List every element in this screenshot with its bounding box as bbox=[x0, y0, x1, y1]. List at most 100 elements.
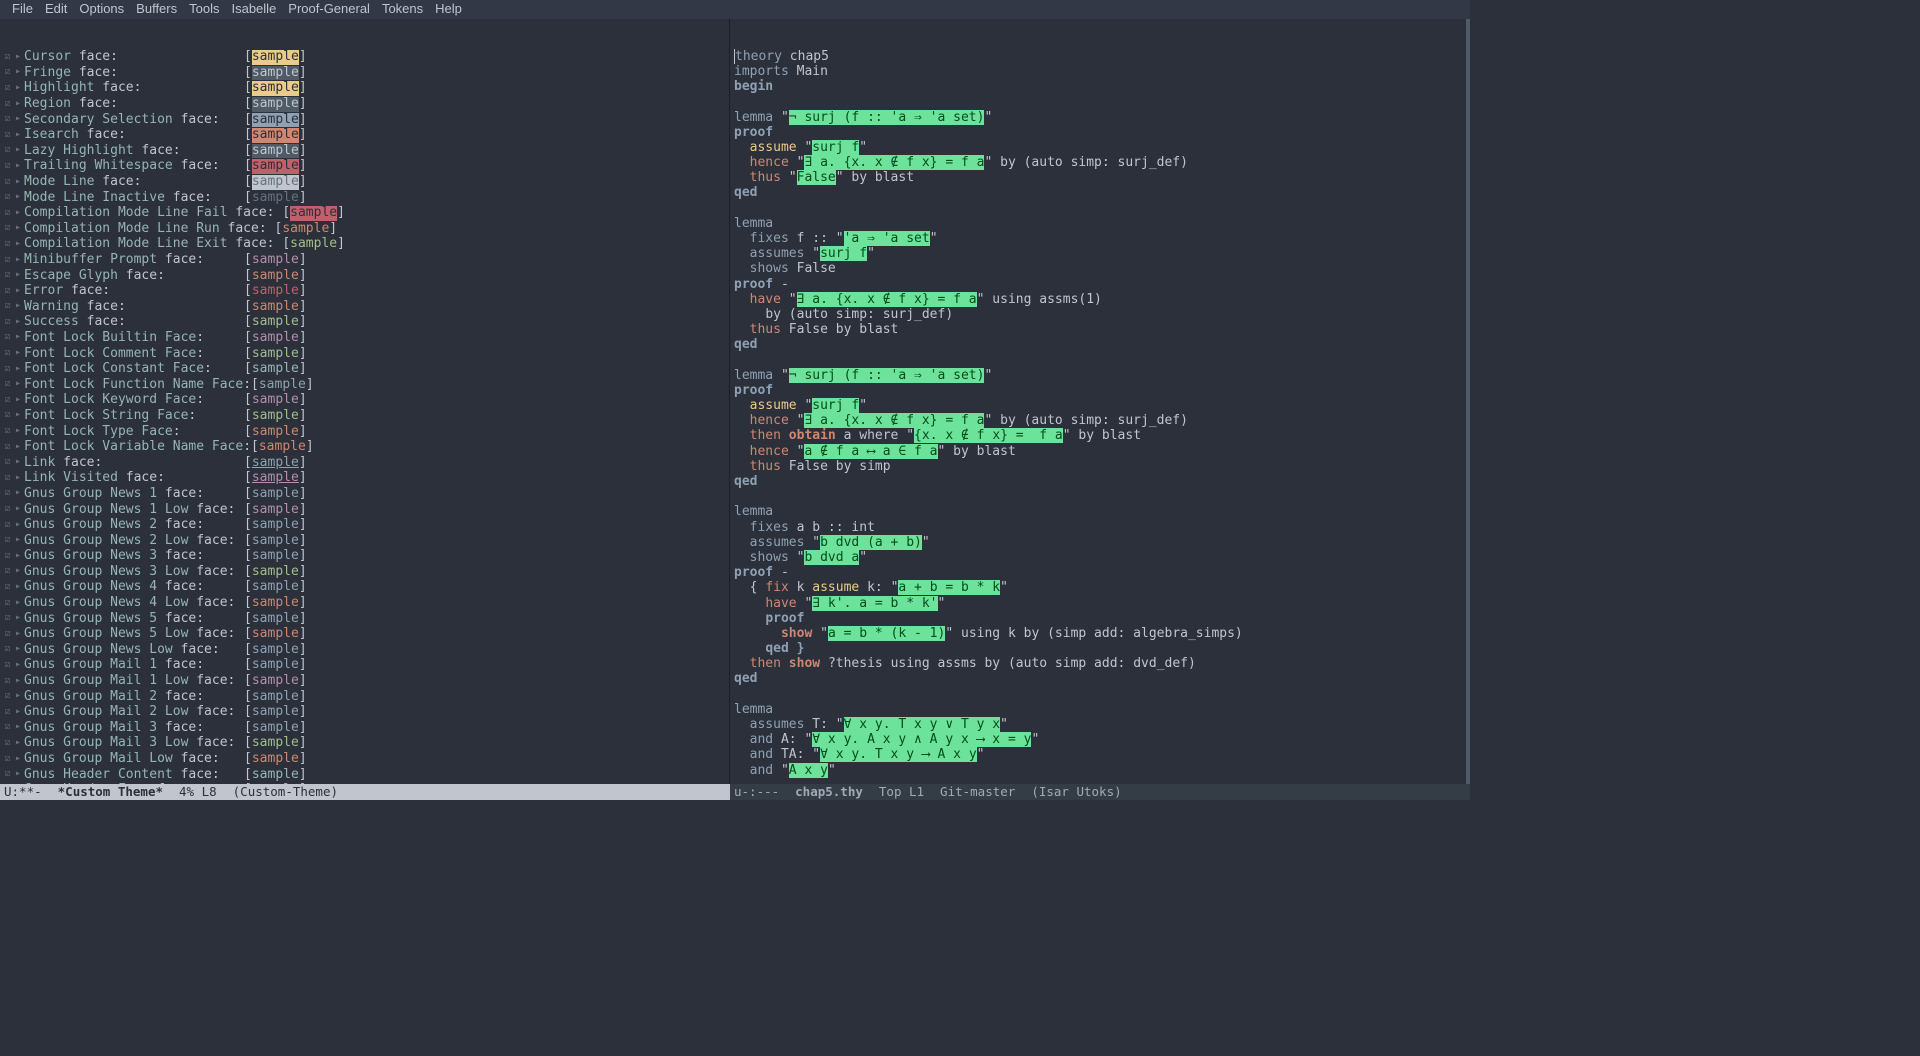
checkbox-icon[interactable]: ☑ bbox=[4, 81, 11, 96]
face-row[interactable]: ☑▸Error face:[sample] bbox=[4, 284, 725, 300]
face-row[interactable]: ☑▸Font Lock Builtin Face:[sample] bbox=[4, 330, 725, 346]
checkbox-icon[interactable]: ☑ bbox=[4, 611, 11, 626]
chevron-right-icon[interactable]: ▸ bbox=[11, 767, 24, 782]
chevron-right-icon[interactable]: ▸ bbox=[11, 97, 24, 112]
checkbox-icon[interactable]: ☑ bbox=[4, 440, 11, 455]
face-row[interactable]: ☑▸Gnus Group News 4 face:[sample] bbox=[4, 580, 725, 596]
face-row[interactable]: ☑▸Escape Glyph face:[sample] bbox=[4, 268, 725, 284]
menu-item-edit[interactable]: Edit bbox=[39, 1, 73, 18]
chevron-right-icon[interactable]: ▸ bbox=[11, 611, 24, 626]
face-row[interactable]: ☑▸Font Lock Function Name Face:[sample] bbox=[4, 377, 725, 393]
chevron-right-icon[interactable]: ▸ bbox=[11, 237, 24, 252]
chevron-right-icon[interactable]: ▸ bbox=[11, 175, 24, 190]
chevron-right-icon[interactable]: ▸ bbox=[11, 705, 24, 720]
face-row[interactable]: ☑▸Secondary Selection face:[sample] bbox=[4, 112, 725, 128]
face-row[interactable]: ☑▸Gnus Group Mail 3 Low face:[sample] bbox=[4, 736, 725, 752]
checkbox-icon[interactable]: ☑ bbox=[4, 408, 11, 423]
chevron-right-icon[interactable]: ▸ bbox=[11, 284, 24, 299]
face-row[interactable]: ☑▸Gnus Group Mail Low face:[sample] bbox=[4, 752, 725, 768]
menu-item-tools[interactable]: Tools bbox=[183, 1, 225, 18]
face-row[interactable]: ☑▸Compilation Mode Line Fail face: [samp… bbox=[4, 206, 725, 222]
checkbox-icon[interactable]: ☑ bbox=[4, 502, 11, 517]
face-row[interactable]: ☑▸Warning face:[sample] bbox=[4, 299, 725, 315]
menu-item-options[interactable]: Options bbox=[73, 1, 130, 18]
checkbox-icon[interactable]: ☑ bbox=[4, 689, 11, 704]
checkbox-icon[interactable]: ☑ bbox=[4, 253, 11, 268]
chevron-right-icon[interactable]: ▸ bbox=[11, 159, 24, 174]
face-row[interactable]: ☑▸Gnus Group Mail 3 face:[sample] bbox=[4, 720, 725, 736]
checkbox-icon[interactable]: ☑ bbox=[4, 284, 11, 299]
menu-item-help[interactable]: Help bbox=[429, 1, 468, 18]
face-row[interactable]: ☑▸Gnus Group News 3 Low face:[sample] bbox=[4, 564, 725, 580]
chevron-right-icon[interactable]: ▸ bbox=[11, 268, 24, 283]
chevron-right-icon[interactable]: ▸ bbox=[11, 720, 24, 735]
chevron-right-icon[interactable]: ▸ bbox=[11, 580, 24, 595]
face-row[interactable]: ☑▸Mode Line Inactive face:[sample] bbox=[4, 190, 725, 206]
face-row[interactable]: ☑▸Font Lock Comment Face:[sample] bbox=[4, 346, 725, 362]
checkbox-icon[interactable]: ☑ bbox=[4, 471, 11, 486]
face-row[interactable]: ☑▸Isearch face:[sample] bbox=[4, 128, 725, 144]
chevron-right-icon[interactable]: ▸ bbox=[11, 549, 24, 564]
chevron-right-icon[interactable]: ▸ bbox=[11, 377, 24, 392]
chevron-right-icon[interactable]: ▸ bbox=[11, 658, 24, 673]
checkbox-icon[interactable]: ☑ bbox=[4, 330, 11, 345]
face-row[interactable]: ☑▸Gnus Group News Low face:[sample] bbox=[4, 642, 725, 658]
face-row[interactable]: ☑▸Region face:[sample] bbox=[4, 97, 725, 113]
face-row[interactable]: ☑▸Gnus Group Mail 2 face:[sample] bbox=[4, 689, 725, 705]
chevron-right-icon[interactable]: ▸ bbox=[11, 471, 24, 486]
face-row[interactable]: ☑▸Highlight face:[sample] bbox=[4, 81, 725, 97]
checkbox-icon[interactable]: ☑ bbox=[4, 736, 11, 751]
chevron-right-icon[interactable]: ▸ bbox=[11, 440, 24, 455]
checkbox-icon[interactable]: ☑ bbox=[4, 97, 11, 112]
checkbox-icon[interactable]: ☑ bbox=[4, 393, 11, 408]
chevron-right-icon[interactable]: ▸ bbox=[11, 362, 24, 377]
chevron-right-icon[interactable]: ▸ bbox=[11, 65, 24, 80]
checkbox-icon[interactable]: ☑ bbox=[4, 455, 11, 470]
face-row[interactable]: ☑▸Font Lock Type Face:[sample] bbox=[4, 424, 725, 440]
checkbox-icon[interactable]: ☑ bbox=[4, 237, 11, 252]
checkbox-icon[interactable]: ☑ bbox=[4, 720, 11, 735]
face-row[interactable]: ☑▸Link Visited face:[sample] bbox=[4, 471, 725, 487]
chevron-right-icon[interactable]: ▸ bbox=[11, 143, 24, 158]
checkbox-icon[interactable]: ☑ bbox=[4, 299, 11, 314]
face-row[interactable]: ☑▸Fringe face:[sample] bbox=[4, 65, 725, 81]
checkbox-icon[interactable]: ☑ bbox=[4, 518, 11, 533]
face-row[interactable]: ☑▸Link face:[sample] bbox=[4, 455, 725, 471]
menu-item-isabelle[interactable]: Isabelle bbox=[225, 1, 282, 18]
chevron-right-icon[interactable]: ▸ bbox=[11, 689, 24, 704]
checkbox-icon[interactable]: ☑ bbox=[4, 533, 11, 548]
face-row[interactable]: ☑▸Compilation Mode Line Exit face: [samp… bbox=[4, 237, 725, 253]
checkbox-icon[interactable]: ☑ bbox=[4, 221, 11, 236]
chevron-right-icon[interactable]: ▸ bbox=[11, 752, 24, 767]
chevron-right-icon[interactable]: ▸ bbox=[11, 564, 24, 579]
left-pane-custom-theme[interactable]: ☑▸Cursor face:[sample]☑▸Fringe face:[sam… bbox=[0, 19, 730, 785]
right-pane-isabelle-source[interactable]: theory chap5imports Mainbeginlemma "¬ su… bbox=[730, 19, 1470, 785]
face-row[interactable]: ☑▸Font Lock Constant Face:[sample] bbox=[4, 362, 725, 378]
checkbox-icon[interactable]: ☑ bbox=[4, 143, 11, 158]
face-row[interactable]: ☑▸Gnus Group News 5 Low face:[sample] bbox=[4, 627, 725, 643]
checkbox-icon[interactable]: ☑ bbox=[4, 767, 11, 782]
checkbox-icon[interactable]: ☑ bbox=[4, 128, 11, 143]
face-row[interactable]: ☑▸Compilation Mode Line Run face: [sampl… bbox=[4, 221, 725, 237]
chevron-right-icon[interactable]: ▸ bbox=[11, 596, 24, 611]
menu-item-buffers[interactable]: Buffers bbox=[130, 1, 183, 18]
face-row[interactable]: ☑▸Mode Line face:[sample] bbox=[4, 175, 725, 191]
chevron-right-icon[interactable]: ▸ bbox=[11, 408, 24, 423]
checkbox-icon[interactable]: ☑ bbox=[4, 112, 11, 127]
chevron-right-icon[interactable]: ▸ bbox=[11, 627, 24, 642]
menu-item-tokens[interactable]: Tokens bbox=[376, 1, 429, 18]
face-row[interactable]: ☑▸Gnus Group Mail 1 Low face:[sample] bbox=[4, 674, 725, 690]
checkbox-icon[interactable]: ☑ bbox=[4, 206, 11, 221]
checkbox-icon[interactable]: ☑ bbox=[4, 175, 11, 190]
face-row[interactable]: ☑▸Gnus Group Mail 2 Low face:[sample] bbox=[4, 705, 725, 721]
face-row[interactable]: ☑▸Success face:[sample] bbox=[4, 315, 725, 331]
chevron-right-icon[interactable]: ▸ bbox=[11, 674, 24, 689]
chevron-right-icon[interactable]: ▸ bbox=[11, 128, 24, 143]
checkbox-icon[interactable]: ☑ bbox=[4, 424, 11, 439]
chevron-right-icon[interactable]: ▸ bbox=[11, 424, 24, 439]
face-row[interactable]: ☑▸Gnus Group Mail 1 face:[sample] bbox=[4, 658, 725, 674]
checkbox-icon[interactable]: ☑ bbox=[4, 549, 11, 564]
face-row[interactable]: ☑▸Gnus Group News 3 face:[sample] bbox=[4, 549, 725, 565]
checkbox-icon[interactable]: ☑ bbox=[4, 377, 11, 392]
chevron-right-icon[interactable]: ▸ bbox=[11, 299, 24, 314]
